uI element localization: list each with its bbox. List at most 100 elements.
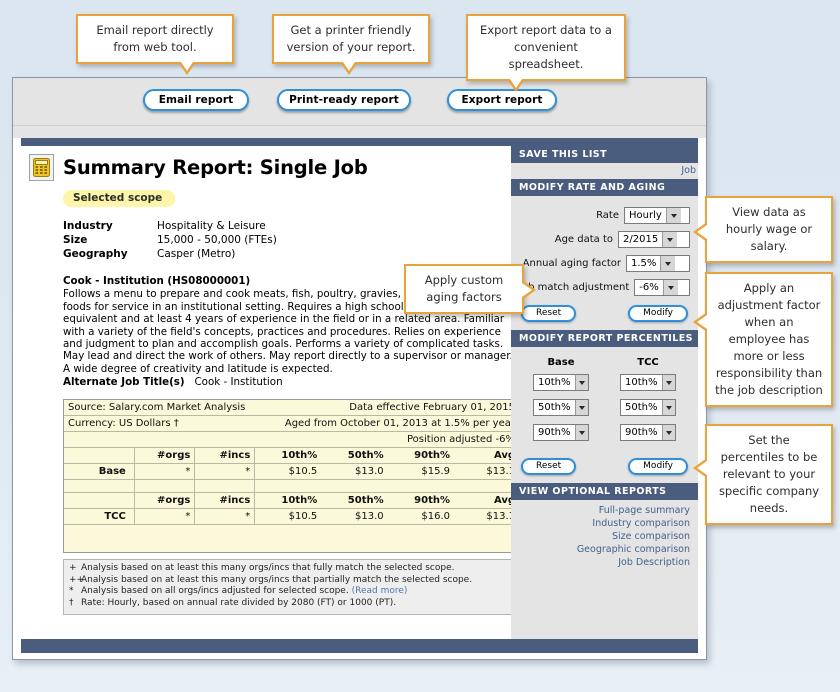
report-area: Summary Report: Single Job Selected scop… xyxy=(13,138,706,659)
callout-adjustment-factor: Apply an adjustment factor when an emplo… xyxy=(705,272,833,407)
col-p90-1: 90th% xyxy=(388,447,454,463)
link-geographic-comparison[interactable]: Geographic comparison xyxy=(577,544,690,555)
chevron-down-icon[interactable] xyxy=(662,400,676,415)
modify-rate-and-aging-body: Rate Hourly Age data to 2/2015 Annual ag… xyxy=(511,196,698,330)
chevron-down-icon[interactable] xyxy=(575,400,589,415)
rate-label: Rate xyxy=(596,210,619,221)
footnotes-block: +Analysis based on at least this many or… xyxy=(63,559,520,614)
percentiles-button-row: Reset Modify xyxy=(519,458,690,475)
chevron-down-icon[interactable] xyxy=(662,375,676,390)
table-source-label: Source: Salary.com Market Analysis xyxy=(64,400,321,416)
print-ready-report-label: Print-ready report xyxy=(289,94,399,106)
chevron-down-icon[interactable] xyxy=(662,232,677,247)
chevron-down-icon[interactable] xyxy=(660,256,675,271)
footnote-mark: ++ xyxy=(69,575,81,587)
cell-base-p90: $15.9 xyxy=(388,463,454,479)
tcc-percentile-3-select[interactable]: 90th% xyxy=(620,424,676,441)
email-report-button[interactable]: Email report xyxy=(143,89,249,111)
callout-export-text: Export report data to a convenient sprea… xyxy=(480,23,612,71)
col-avg-1: Avg xyxy=(454,447,519,463)
callout-tail-inner xyxy=(522,283,532,297)
col-incs-1: #incs xyxy=(195,447,255,463)
rate-aging-modify-button[interactable]: Modify xyxy=(628,305,688,322)
table-currency-row: Currency: US Dollars † Aged from October… xyxy=(64,415,519,431)
age-data-to-select[interactable]: 2/2015 xyxy=(618,231,690,248)
row-label-base: Base xyxy=(64,463,134,479)
chevron-down-icon[interactable] xyxy=(663,280,678,295)
callout-tail-inner xyxy=(697,225,707,239)
base-percentile-3-select[interactable]: 90th% xyxy=(533,424,589,441)
toolbar-spacer xyxy=(13,126,706,138)
footnote-text: Analysis based on all orgs/incs adjusted… xyxy=(81,586,349,596)
tcc-percentile-1-select[interactable]: 10th% xyxy=(620,374,676,391)
export-report-button[interactable]: Export report xyxy=(447,89,557,111)
job-match-adjustment-select[interactable]: -6% xyxy=(634,279,690,296)
footnote-text: Analysis based on at least this many org… xyxy=(81,575,472,585)
sidebar-link-job[interactable]: Job xyxy=(681,165,696,176)
tcc-percentile-3-value: 90th% xyxy=(621,425,662,440)
modify-report-percentiles-body: Base 10th% 50th% 90th% xyxy=(511,347,698,483)
table-data-effective: Data effective February 01, 2015 xyxy=(321,400,519,416)
export-report-label: Export report xyxy=(461,94,542,106)
annual-aging-factor-field-row: Annual aging factor 1.5% xyxy=(519,255,690,272)
modify-rate-and-aging-header: MODIFY RATE AND AGING xyxy=(511,179,698,196)
callout-tail-inner xyxy=(181,62,193,71)
footnote-text: Analysis based on at least this many org… xyxy=(81,563,454,573)
cell-base-avg: $13.1 xyxy=(454,463,519,479)
scope-key-size: Size xyxy=(63,234,157,248)
print-ready-report-button[interactable]: Print-ready report xyxy=(277,89,411,111)
base-percentile-3-value: 90th% xyxy=(534,425,575,440)
rate-value: Hourly xyxy=(625,208,666,223)
annual-aging-factor-label: Annual aging factor xyxy=(523,258,621,269)
optional-report-row: Geographic comparison xyxy=(515,543,690,556)
footnote-mark: † xyxy=(69,598,81,610)
alternate-job-title-label: Alternate Job Title(s) xyxy=(63,376,185,388)
footnote-plus: +Analysis based on at least this many or… xyxy=(69,563,514,575)
cell-base-orgs: * xyxy=(134,463,194,479)
scope-row-size: Size 15,000 - 50,000 (FTEs) xyxy=(63,234,277,248)
email-report-label: Email report xyxy=(159,94,233,106)
footnote-mark: + xyxy=(69,563,81,575)
cell-tcc-incs: * xyxy=(195,508,255,524)
percentiles-modify-button[interactable]: Modify xyxy=(628,458,688,475)
chevron-down-icon[interactable] xyxy=(575,375,589,390)
cell-tcc-orgs: * xyxy=(134,508,194,524)
footnote-dagger: †Rate: Hourly, based on annual rate divi… xyxy=(69,598,514,610)
percentile-columns: Base 10th% 50th% 90th% xyxy=(519,357,690,449)
chevron-down-icon[interactable] xyxy=(666,208,681,223)
scope-value-industry: Hospitality & Leisure xyxy=(157,220,277,234)
link-size-comparison[interactable]: Size comparison xyxy=(612,531,690,542)
callout-print-ready-report: Get a printer friendly version of your r… xyxy=(272,14,430,64)
table-position-adjusted: Position adjusted -6% xyxy=(64,431,519,447)
link-full-page-summary[interactable]: Full-page summary xyxy=(599,505,690,516)
job-match-adjustment-value: -6% xyxy=(635,280,662,295)
market-data-table: Source: Salary.com Market Analysis Data … xyxy=(63,399,520,554)
callout-view-data-as-rate: View data as hourly wage or salary. xyxy=(705,196,833,263)
link-job-description[interactable]: Job Description xyxy=(618,557,690,568)
age-data-to-value: 2/2015 xyxy=(619,232,662,247)
scope-value-size: 15,000 - 50,000 (FTEs) xyxy=(157,234,277,248)
callout-export-report: Export report data to a convenient sprea… xyxy=(466,14,626,81)
table-bottom-pad xyxy=(64,524,519,552)
footnote-plusplus: ++Analysis based on at least this many o… xyxy=(69,575,514,587)
save-this-list-header: SAVE THIS LIST xyxy=(511,146,698,163)
scope-row-geography: Geography Casper (Metro) xyxy=(63,248,277,262)
rate-aging-reset-button[interactable]: Reset xyxy=(521,305,576,322)
annual-aging-factor-select[interactable]: 1.5% xyxy=(626,255,690,272)
callout-email-text: Email report directly from web tool. xyxy=(96,23,213,54)
chevron-down-icon[interactable] xyxy=(575,425,589,440)
report-title-row: Summary Report: Single Job xyxy=(29,154,505,181)
report-main-column: Summary Report: Single Job Selected scop… xyxy=(21,146,515,639)
rate-select[interactable]: Hourly xyxy=(624,207,690,224)
col-p50-1: 50th% xyxy=(321,447,387,463)
chevron-down-icon[interactable] xyxy=(662,425,676,440)
read-more-link[interactable]: (Read more) xyxy=(352,586,408,596)
link-industry-comparison[interactable]: Industry comparison xyxy=(592,518,690,529)
base-percentile-1-select[interactable]: 10th% xyxy=(533,374,589,391)
footnote-mark: * xyxy=(69,586,81,598)
tcc-percentile-2-select[interactable]: 50th% xyxy=(620,399,676,416)
col-p10-1: 10th% xyxy=(255,447,321,463)
percentiles-reset-button[interactable]: Reset xyxy=(521,458,576,475)
row-label-tcc: TCC xyxy=(64,508,134,524)
base-percentile-2-select[interactable]: 50th% xyxy=(533,399,589,416)
